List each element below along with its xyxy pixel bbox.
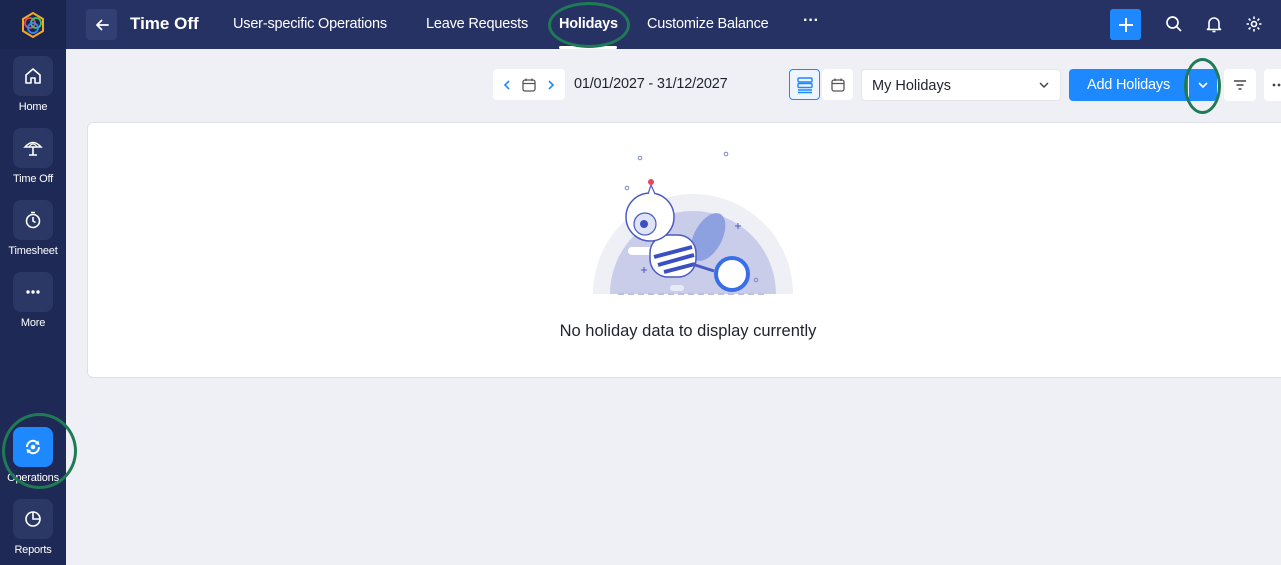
filter-button[interactable]	[1224, 69, 1256, 101]
rail-item-timesheet[interactable]: Timesheet	[0, 200, 66, 264]
chevron-left-icon[interactable]	[502, 79, 512, 91]
pie-chart-icon	[13, 499, 53, 539]
left-navigation-rail: Home Time Off Timesheet More Operations …	[0, 0, 66, 565]
date-range-label[interactable]: 01/01/2027 - 31/12/2027	[574, 76, 728, 92]
top-bar: Time Off User-specific Operations Leave …	[66, 0, 1281, 49]
plus-icon	[1118, 17, 1133, 32]
empty-state-illustration	[593, 151, 793, 295]
calendar-view-icon	[830, 78, 845, 92]
list-view-button[interactable]	[789, 69, 820, 100]
gear-icon	[1246, 16, 1262, 32]
search-icon	[1166, 16, 1182, 32]
quick-add-button[interactable]	[1110, 9, 1141, 40]
rail-label-operations: Operations	[7, 472, 59, 484]
bell-icon	[1206, 17, 1222, 33]
holiday-scope-select[interactable]: My Holidays	[861, 69, 1061, 101]
rail-label-more: More	[20, 317, 46, 329]
module-title: Time Off	[130, 14, 199, 33]
rail-label-reports: Reports	[14, 544, 52, 556]
notifications-button[interactable]	[1203, 13, 1225, 35]
add-holidays-dropdown-button[interactable]	[1189, 69, 1217, 101]
tab-leave-requests[interactable]: Leave Requests	[426, 16, 528, 32]
tab-user-specific-operations[interactable]: User-specific Operations	[233, 16, 387, 32]
chevron-down-icon	[1198, 82, 1208, 89]
timer-icon	[13, 200, 53, 240]
active-tab-indicator	[559, 46, 617, 49]
empty-state-message: No holiday data to display currently	[88, 322, 1281, 341]
filter-icon	[1234, 80, 1246, 90]
more-dots-icon	[13, 272, 53, 312]
chevron-down-icon	[1039, 82, 1049, 89]
more-options-button[interactable]	[1264, 69, 1281, 101]
settings-button[interactable]	[1243, 13, 1265, 35]
tab-customize-balance[interactable]: Customize Balance	[647, 16, 769, 32]
rail-label-timesheet: Timesheet	[8, 245, 58, 257]
empty-state-text: No holiday data to display currently	[559, 322, 817, 340]
search-button[interactable]	[1163, 13, 1185, 35]
rail-item-operations[interactable]: Operations	[0, 427, 66, 491]
rail-label-home: Home	[18, 101, 48, 113]
rail-item-time-off[interactable]: Time Off	[0, 128, 66, 192]
back-button[interactable]	[86, 9, 117, 40]
calendar-icon[interactable]	[521, 77, 537, 93]
calendar-view-button[interactable]	[822, 69, 853, 100]
rail-item-reports[interactable]: Reports	[0, 499, 66, 563]
operations-icon	[13, 427, 53, 467]
more-dots-icon	[1272, 83, 1281, 87]
more-tabs-button[interactable]: ···	[803, 12, 819, 30]
date-navigator	[493, 69, 565, 100]
umbrella-icon	[13, 128, 53, 168]
add-holidays-button[interactable]: Add Holidays	[1069, 69, 1188, 101]
holiday-scope-value: My Holidays	[872, 78, 951, 94]
tab-holidays[interactable]: Holidays	[559, 16, 618, 32]
arrow-left-icon	[95, 19, 109, 30]
holidays-content-card: No holiday data to display currently	[87, 122, 1281, 378]
rail-label-time-off: Time Off	[13, 173, 53, 185]
rail-item-more[interactable]: More	[0, 272, 66, 336]
list-view-icon	[796, 76, 813, 93]
chevron-right-icon[interactable]	[546, 79, 556, 91]
logo-icon	[22, 11, 44, 38]
app-logo[interactable]	[0, 0, 66, 49]
rail-item-home[interactable]: Home	[0, 56, 66, 120]
home-icon	[13, 56, 53, 96]
